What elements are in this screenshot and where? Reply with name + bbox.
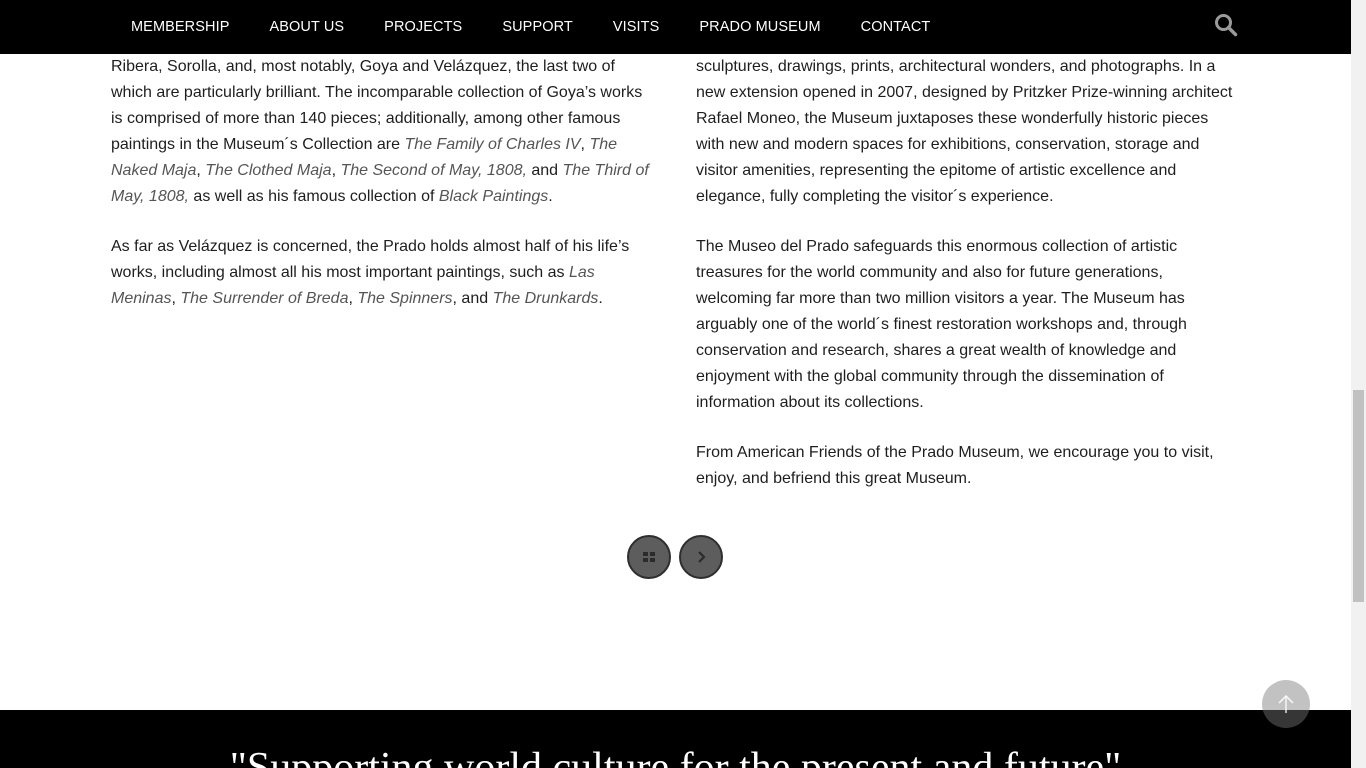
grid-icon bbox=[643, 552, 655, 562]
main-nav: MEMBERSHIP ABOUT US PROJECTS SUPPORT VIS… bbox=[111, 0, 950, 54]
search-icon[interactable] bbox=[1214, 13, 1238, 37]
artwork-title: Black Paintings bbox=[438, 188, 549, 205]
artwork-title: The Drunkards bbox=[492, 290, 599, 307]
text-run: . bbox=[598, 290, 603, 307]
scrollbar-thumb[interactable] bbox=[1353, 390, 1364, 602]
artwork-title: The Family of Charles IV bbox=[404, 136, 581, 153]
page-scrollbar[interactable] bbox=[1351, 0, 1366, 768]
nav-membership[interactable]: MEMBERSHIP bbox=[111, 0, 250, 54]
text-run: and bbox=[526, 162, 563, 179]
back-to-top-button[interactable] bbox=[1262, 680, 1310, 728]
right-paragraph-1: donation, and acquisition of works. The … bbox=[696, 32, 1233, 205]
left-paragraph-2: As far as Velázquez is concerned, the Pr… bbox=[111, 234, 656, 312]
grid-view-button[interactable] bbox=[627, 535, 671, 579]
artwork-title: The Spinners bbox=[357, 290, 453, 307]
next-button[interactable] bbox=[679, 535, 723, 579]
left-paragraph-1: century with principal works of artists … bbox=[111, 28, 656, 210]
left-text-column: century with principal works of artists … bbox=[111, 28, 656, 336]
footer: "Supporting world culture for the presen… bbox=[0, 710, 1351, 768]
right-paragraph-2: The Museo del Prado safeguards this enor… bbox=[696, 238, 1187, 411]
text-run: , bbox=[196, 162, 206, 179]
nav-visits[interactable]: VISITS bbox=[593, 0, 680, 54]
nav-about-us[interactable]: ABOUT US bbox=[250, 0, 365, 54]
nav-projects[interactable]: PROJECTS bbox=[364, 0, 482, 54]
top-navigation-bar: MEMBERSHIP ABOUT US PROJECTS SUPPORT VIS… bbox=[0, 0, 1351, 54]
artwork-title: The Second of May, 1808, bbox=[340, 162, 527, 179]
nav-contact[interactable]: CONTACT bbox=[841, 0, 951, 54]
artwork-title: The Surrender of Breda bbox=[180, 290, 349, 307]
nav-prado-museum[interactable]: PRADO MUSEUM bbox=[679, 0, 840, 54]
nav-support[interactable]: SUPPORT bbox=[482, 0, 593, 54]
text-run: , and bbox=[452, 290, 493, 307]
arrow-up-icon bbox=[1278, 694, 1294, 713]
artwork-title: The Clothed Maja bbox=[205, 162, 332, 179]
text-run: . bbox=[548, 188, 553, 205]
text-run: As far as Velázquez is concerned, the Pr… bbox=[111, 238, 630, 281]
right-text-column: donation, and acquisition of works. The … bbox=[696, 28, 1236, 516]
text-run: as well as his famous collection of bbox=[188, 188, 439, 205]
chevron-right-icon bbox=[698, 551, 706, 563]
footer-tagline: "Supporting world culture for the presen… bbox=[229, 745, 1122, 768]
right-paragraph-3: From American Friends of the Prado Museu… bbox=[696, 444, 1214, 487]
